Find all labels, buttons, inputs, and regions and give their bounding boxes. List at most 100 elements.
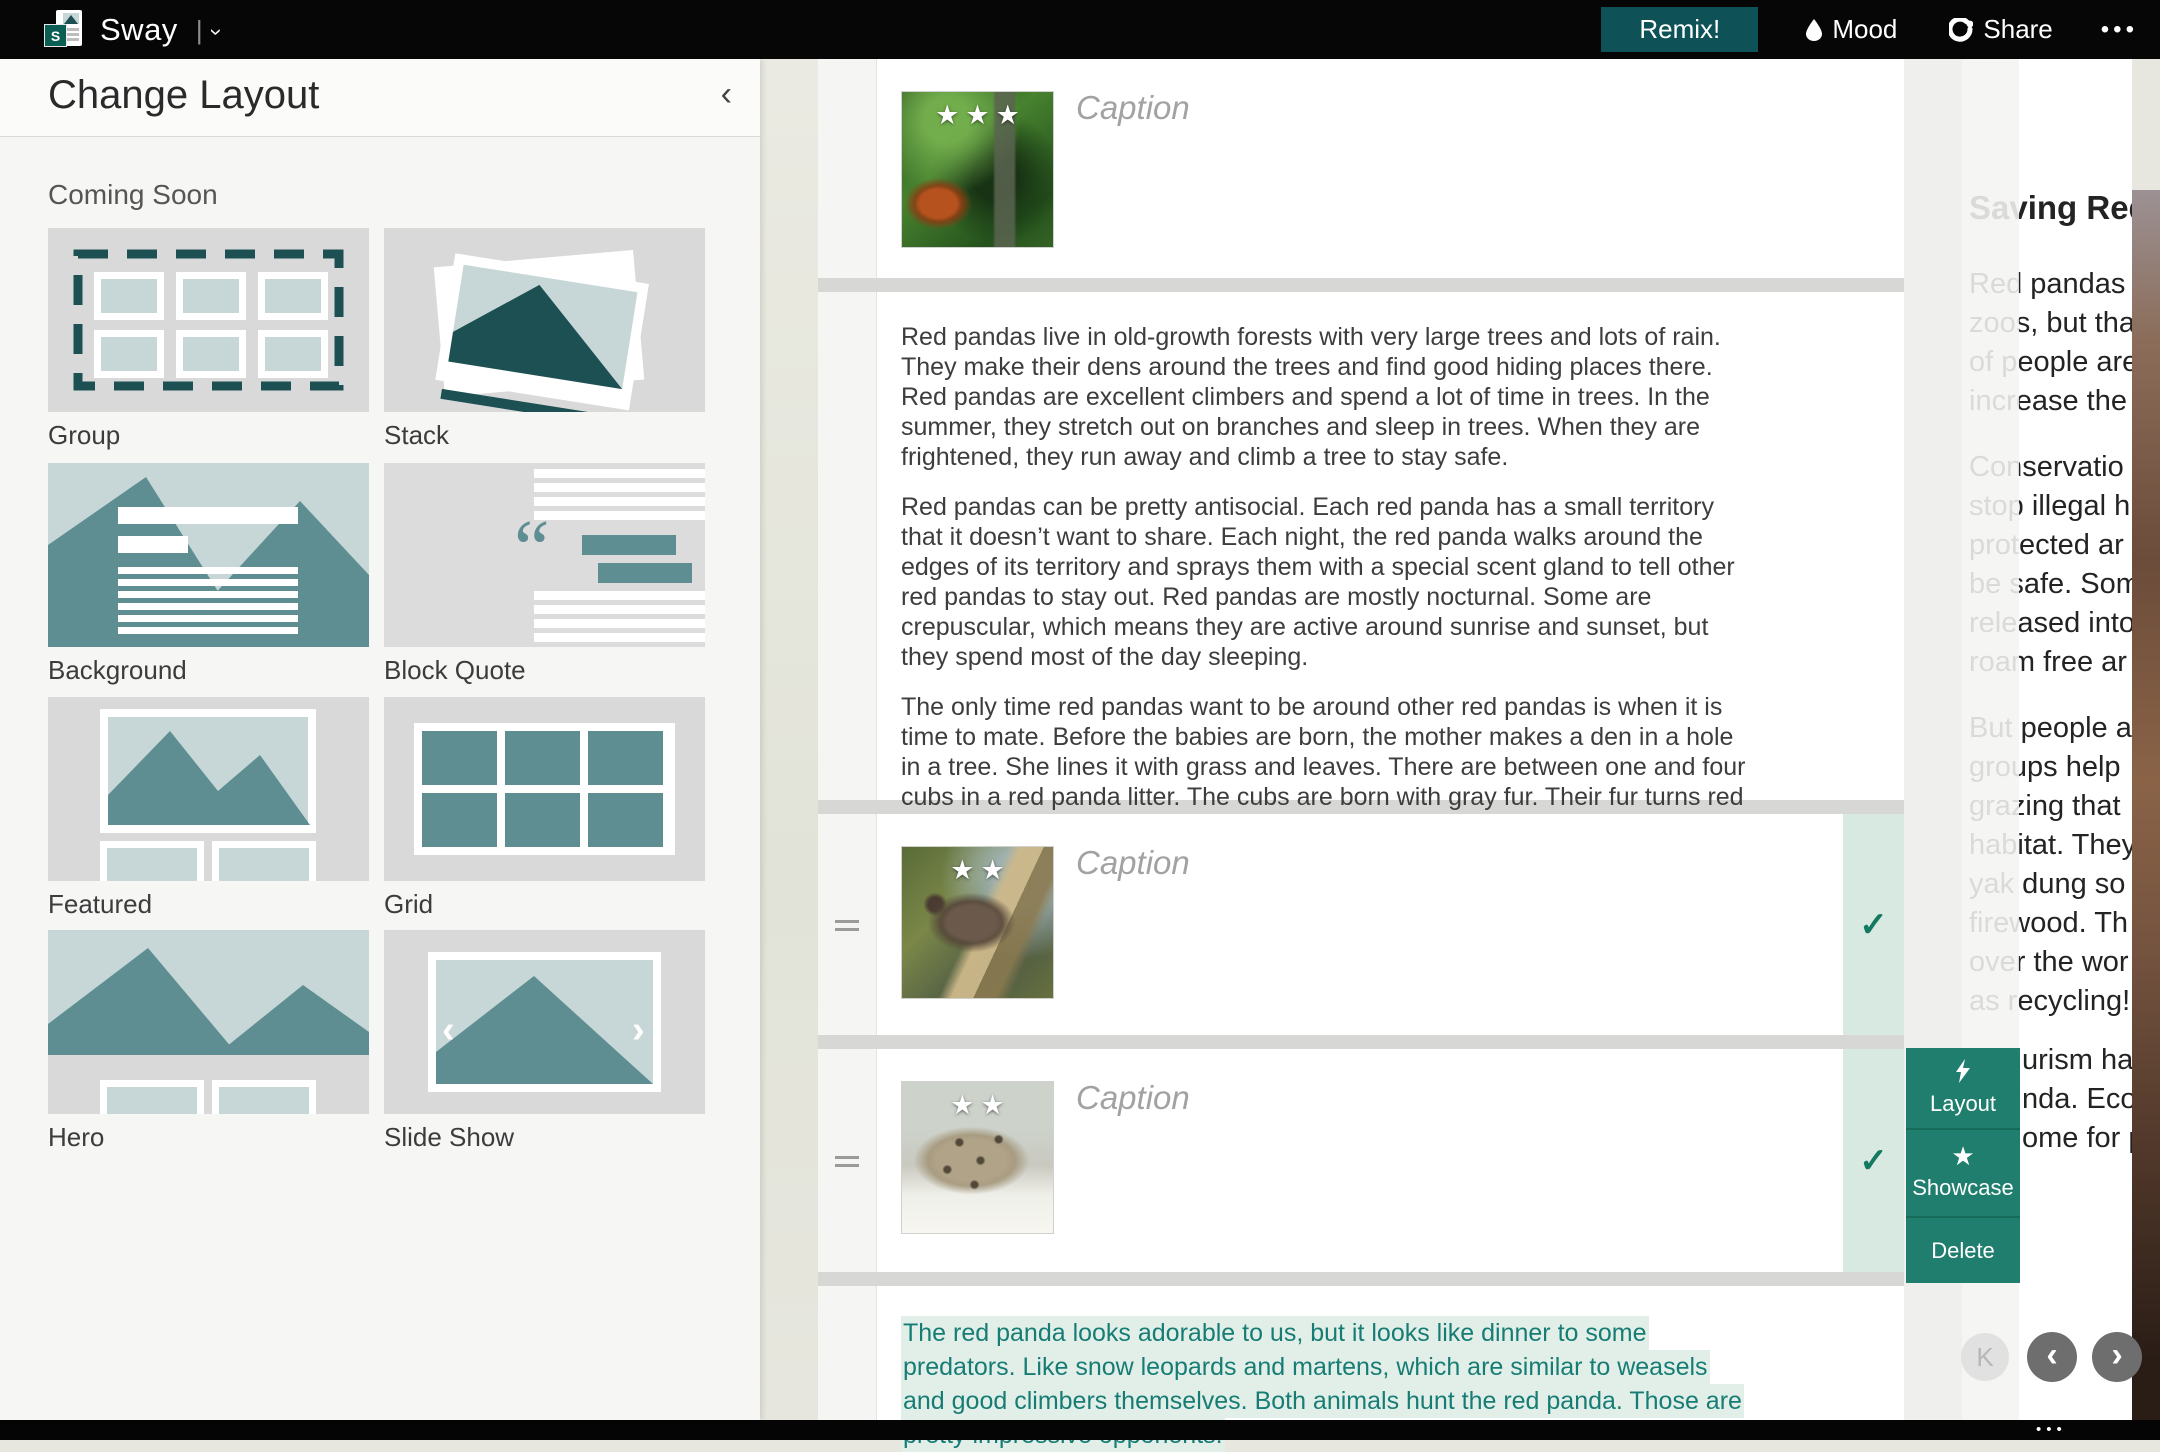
star-icon: ★: [981, 855, 1005, 885]
selection-strip[interactable]: ✓: [1843, 814, 1904, 1035]
tile-label-stack: Stack: [384, 420, 705, 451]
emphasis-stars: ★★: [902, 1090, 1053, 1121]
image-card-body[interactable]: ★★ Caption: [876, 1049, 1843, 1272]
mood-label: Mood: [1832, 14, 1897, 45]
pine-marten-image[interactable]: ★★: [902, 847, 1053, 998]
share-label: Share: [1983, 14, 2052, 45]
preview-line: ome for p: [2022, 1119, 2132, 1158]
preview-paragraph-clipped: urism has nda. Ecoto ome for p: [2022, 1041, 2132, 1158]
bottom-more-dots-icon[interactable]: •••: [2036, 1420, 2067, 1440]
tile-label-hero: Hero: [48, 1122, 369, 1153]
paragraph[interactable]: Red pandas can be pretty antisocial. Eac…: [901, 492, 1753, 672]
lightning-bolt-icon: [1955, 1059, 1971, 1083]
tile-label-block-quote: Block Quote: [384, 655, 705, 686]
preview-line: nda. Ecoto: [2022, 1080, 2132, 1119]
star-icon: ★: [935, 100, 959, 130]
chevron-left-icon: ‹: [2046, 1336, 2057, 1375]
check-icon: ✓: [1859, 905, 1888, 945]
layout-tile-featured[interactable]: Featured: [48, 697, 369, 920]
svg-text:‹: ‹: [442, 1009, 455, 1051]
card-gutter: [818, 1286, 876, 1420]
top-bar: S Sway | › Remix! Mood Share •••: [0, 0, 2160, 59]
layout-tile-stack[interactable]: Stack: [384, 228, 705, 451]
tile-label-background: Background: [48, 655, 369, 686]
card-layout-label: Layout: [1930, 1091, 1996, 1117]
preview-photo-edge: [2132, 190, 2160, 1420]
app-logo-group[interactable]: S Sway | ›: [44, 8, 220, 52]
storyline-card-image-snow-leopard[interactable]: ★★ Caption ✓: [818, 1049, 1904, 1272]
ghost-accessibility-button: K: [1961, 1333, 2009, 1381]
card-delete-button[interactable]: Delete: [1906, 1216, 2020, 1283]
grid-layout-thumbnail: [384, 697, 705, 881]
text-card-body[interactable]: The red panda looks adorable to us, but …: [876, 1286, 1904, 1420]
emphasis-stars: ★★: [902, 855, 1053, 886]
featured-layout-thumbnail: [48, 697, 369, 881]
layout-tile-grid[interactable]: Grid: [384, 697, 705, 920]
star-icon: ★: [981, 1090, 1005, 1120]
card-delete-label: Delete: [1931, 1238, 1995, 1264]
storyline-card-image-red-panda[interactable]: ★★★ Caption: [818, 59, 1904, 278]
card-layout-button[interactable]: Layout: [1906, 1048, 2020, 1128]
layout-tile-slide-show[interactable]: ‹ › Slide Show: [384, 930, 705, 1153]
card-gutter: [818, 814, 876, 1035]
selection-strip[interactable]: ✓: [1843, 1049, 1904, 1272]
mood-button[interactable]: Mood: [1806, 14, 1897, 45]
chevron-right-icon: ›: [2111, 1336, 2122, 1375]
title-separator: |: [196, 15, 203, 46]
preview-prev-button[interactable]: ‹: [2027, 1332, 2077, 1382]
text-card-body[interactable]: Red pandas live in old-growth forests wi…: [876, 292, 1904, 800]
star-icon: ★: [1951, 1145, 1974, 1167]
svg-text:›: ›: [632, 1009, 645, 1051]
tile-label-featured: Featured: [48, 889, 369, 920]
check-icon: ✓: [1859, 1141, 1888, 1181]
background-layout-thumbnail: [48, 463, 369, 647]
star-icon: ★: [950, 1090, 974, 1120]
drag-handle[interactable]: [835, 920, 859, 936]
star-icon: ★: [950, 855, 974, 885]
stack-layout-thumbnail: [384, 228, 705, 412]
caption-placeholder[interactable]: Caption: [1076, 89, 1190, 127]
storyline-card-image-marten[interactable]: ★★ Caption ✓: [818, 814, 1904, 1035]
more-options-icon[interactable]: •••: [2101, 16, 2138, 44]
sway-app-window: S Sway | › Remix! Mood Share •••: [0, 0, 2160, 1440]
storyline-card-text-highlighted[interactable]: The red panda looks adorable to us, but …: [818, 1286, 1904, 1420]
red-panda-image[interactable]: ★★★: [902, 92, 1053, 247]
preview-line: urism has: [2022, 1041, 2132, 1080]
sway-logo-icon: S: [44, 8, 88, 52]
caption-placeholder[interactable]: Caption: [1076, 1079, 1190, 1117]
card-gutter: [818, 59, 876, 278]
paragraph[interactable]: Red pandas live in old-growth forests wi…: [901, 322, 1753, 472]
card-showcase-button[interactable]: ★ Showcase: [1906, 1128, 2020, 1216]
background-gap-strip: [760, 59, 818, 1420]
tile-label-grid: Grid: [384, 889, 705, 920]
hero-layout-thumbnail: [48, 930, 369, 1114]
remix-button[interactable]: Remix!: [1601, 7, 1758, 52]
collapse-panel-icon[interactable]: ‹: [721, 75, 732, 114]
star-icon: ★: [996, 100, 1020, 130]
layout-tile-group[interactable]: Group: [48, 228, 369, 451]
tile-label-slide-show: Slide Show: [384, 1122, 705, 1153]
layout-tile-hero[interactable]: Hero: [48, 930, 369, 1153]
drag-handle[interactable]: [835, 1156, 859, 1172]
svg-text:“: “: [514, 505, 550, 593]
change-layout-panel: Change Layout ‹ Coming Soon: [0, 59, 760, 1420]
slide-show-layout-thumbnail: ‹ ›: [384, 930, 705, 1114]
tile-label-group: Group: [48, 420, 369, 451]
top-bar-actions: Remix! Mood Share •••: [1601, 0, 2160, 59]
droplet-icon: [1806, 19, 1822, 41]
app-title: Sway: [100, 12, 178, 48]
snow-leopard-image[interactable]: ★★: [902, 1082, 1053, 1233]
layout-tile-block-quote[interactable]: “ Block Quote: [384, 463, 705, 686]
panel-title: Change Layout: [48, 73, 319, 118]
group-layout-thumbnail: [48, 228, 369, 412]
card-gutter: [818, 1049, 876, 1272]
chevron-down-icon[interactable]: ›: [203, 28, 229, 35]
storyline-card-text[interactable]: Red pandas live in old-growth forests wi…: [818, 292, 1904, 800]
image-card-body[interactable]: ★★ Caption: [876, 814, 1843, 1035]
layout-tile-background[interactable]: Background: [48, 463, 369, 686]
share-button[interactable]: Share: [1949, 14, 2052, 45]
caption-placeholder[interactable]: Caption: [1076, 844, 1190, 882]
sway-logo-s-badge: S: [44, 24, 67, 47]
image-card-body[interactable]: ★★★ Caption: [876, 59, 1904, 278]
preview-next-button[interactable]: ›: [2092, 1332, 2142, 1382]
